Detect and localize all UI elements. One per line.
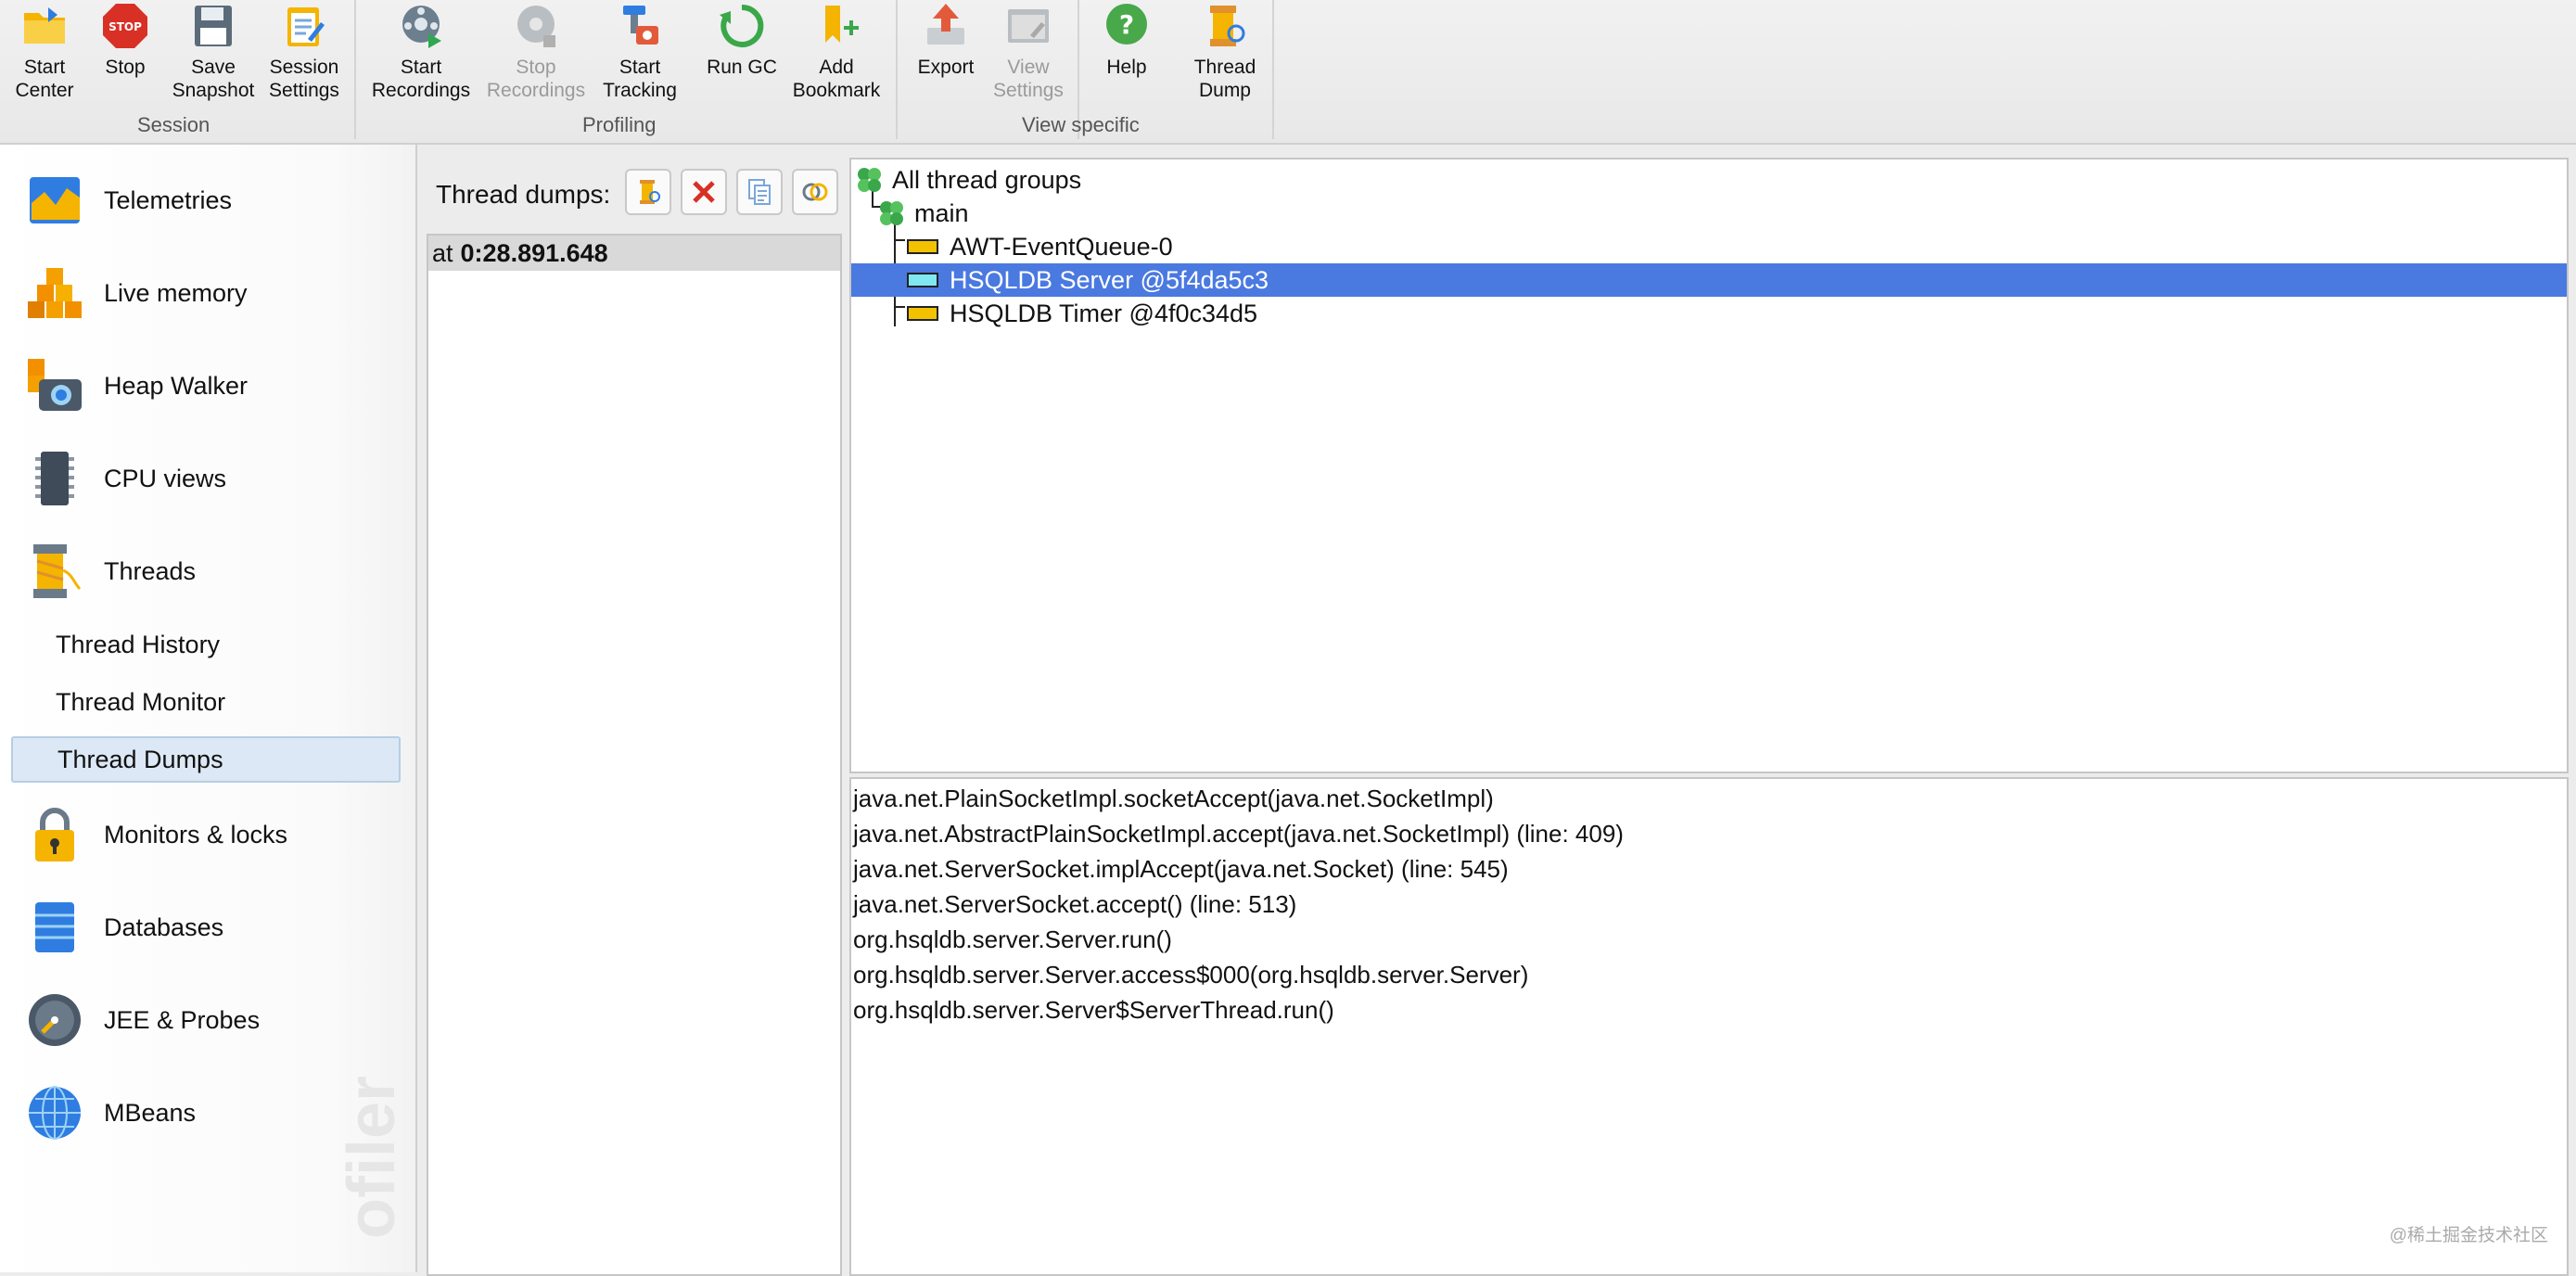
thread-group-icon [858, 168, 881, 192]
stack-frame[interactable]: java.net.ServerSocket.accept() (line: 51… [853, 890, 1296, 919]
delete-dump-button[interactable] [681, 169, 727, 215]
nav-thread-dumps[interactable]: Thread Dumps [11, 736, 401, 783]
start-recordings-button[interactable]: Start Recordings [367, 0, 475, 111]
settings-clipboard-icon [287, 7, 325, 46]
view-settings-button[interactable]: View Settings [987, 0, 1070, 111]
main-toolbar: Start Center STOP Stop Save Snapshot Ses… [0, 0, 2576, 145]
nav-thread-history[interactable]: Thread History [11, 621, 401, 668]
toolbar-separator [354, 0, 356, 139]
thread-dumps-list: at 0:28.891.648 [427, 234, 842, 1276]
thread-dump-icon [1210, 6, 1245, 46]
copy-dump-button[interactable] [736, 169, 783, 215]
export-button[interactable]: Export [909, 0, 983, 111]
start-tracking-button[interactable]: Start Tracking [593, 0, 686, 111]
stack-frame[interactable]: org.hsqldb.server.Server$ServerThread.ru… [853, 996, 1334, 1025]
telemetries-icon [30, 177, 80, 223]
thread-dump-button[interactable]: Thread Dump [1183, 0, 1267, 111]
run-gc-button[interactable]: Run GC [699, 0, 784, 111]
record-stop-icon [517, 6, 555, 47]
stack-frame[interactable]: java.net.AbstractPlainSocketImpl.accept(… [853, 820, 1624, 849]
add-bookmark-button[interactable]: Add Bookmark [788, 0, 885, 111]
thread-tree: All thread groups main AWT-EventQueue-0 … [849, 158, 2569, 773]
tree-node-thread-selected[interactable]: HSQLDB Server @5f4da5c3 [851, 263, 2567, 297]
nav-thread-monitor[interactable]: Thread Monitor [11, 679, 401, 725]
live-memory-icon [28, 268, 82, 318]
group-title-view-specific: View specific [1022, 113, 1140, 136]
nav-threads[interactable]: Threads [0, 534, 415, 608]
toolbar-separator [896, 0, 898, 139]
source-watermark: @稀土掘金技术社区 [2389, 1226, 2548, 1245]
dump-now-button[interactable] [625, 169, 671, 215]
view-selector-sidebar: Telemetries Live memory Heap Walker CPU … [0, 145, 417, 1272]
heap-walker-camera-icon [28, 359, 82, 411]
stop-recordings-button[interactable]: Stop Recordings [482, 0, 590, 111]
nav-heap-walker[interactable]: Heap Walker [0, 349, 415, 423]
tree-node-thread[interactable]: AWT-EventQueue-0 [851, 230, 2567, 263]
help-button[interactable]: ? Help [1085, 0, 1168, 111]
jprofiler-watermark: ofiler [335, 1075, 409, 1239]
nav-live-memory[interactable]: Live memory [0, 256, 415, 330]
folder-icon [24, 7, 65, 44]
globe-icon [29, 1086, 81, 1140]
help-icon: ? [1106, 4, 1147, 45]
start-center-button[interactable]: Start Center [7, 0, 82, 111]
list-item[interactable]: at 0:28.891.648 [428, 236, 840, 271]
nav-databases[interactable]: Databases [0, 890, 415, 964]
record-start-icon [402, 6, 441, 48]
thread-group-icon [880, 201, 903, 225]
group-title-profiling: Profiling [582, 113, 657, 136]
close-icon [693, 181, 715, 203]
bookmark-add-icon [825, 6, 859, 43]
nav-jee-probes[interactable]: JEE & Probes [0, 983, 415, 1057]
stack-frame[interactable]: org.hsqldb.server.Server.run() [853, 925, 1172, 954]
stack-frame[interactable]: org.hsqldb.server.Server.access$000(org.… [853, 961, 1528, 989]
stack-frame[interactable]: java.net.PlainSocketImpl.socketAccept(ja… [853, 785, 1494, 813]
nav-telemetries[interactable]: Telemetries [0, 163, 415, 237]
thread-state-icon [907, 273, 938, 287]
save-snapshot-button[interactable]: Save Snapshot [169, 0, 258, 111]
compare-icon [802, 183, 828, 201]
stop-sign-icon: STOP [103, 4, 147, 48]
tracking-icon [623, 6, 658, 45]
thread-state-icon [907, 239, 938, 254]
view-settings-icon [1008, 9, 1049, 43]
compare-dumps-button[interactable] [792, 169, 838, 215]
thread-dumps-list-panel: Thread dumps: at 0:28.891.648 [419, 145, 846, 1276]
threads-spool-icon [33, 544, 82, 598]
svg-text:STOP: STOP [108, 20, 142, 33]
stop-button[interactable]: STOP Stop [93, 0, 158, 111]
tree-node-main[interactable]: main [851, 197, 2567, 230]
cpu-chip-icon [35, 452, 74, 505]
tree-node-root[interactable]: All thread groups [851, 163, 2567, 197]
recycle-icon [720, 4, 764, 47]
gauge-icon [29, 994, 81, 1046]
thread-dump-icon [640, 180, 660, 204]
stack-trace-view: java.net.PlainSocketImpl.socketAccept(ja… [849, 777, 2569, 1276]
thread-state-icon [907, 306, 938, 321]
tree-node-thread[interactable]: HSQLDB Timer @4f0c34d5 [851, 297, 2567, 330]
nav-monitors-locks[interactable]: Monitors & locks [0, 798, 415, 872]
session-settings-button[interactable]: Session Settings [261, 0, 347, 111]
floppy-disk-icon [195, 6, 232, 46]
group-title-session: Session [137, 113, 210, 136]
thread-dumps-label: Thread dumps: [436, 180, 611, 209]
svg-text:?: ? [1119, 9, 1134, 40]
stack-frame[interactable]: java.net.ServerSocket.implAccept(java.ne… [853, 855, 1509, 884]
nav-cpu-views[interactable]: CPU views [0, 441, 415, 516]
export-icon [927, 4, 964, 45]
toolbar-separator [1272, 0, 1274, 139]
database-icon [35, 902, 74, 952]
copy-icon [748, 179, 771, 205]
padlock-icon [35, 808, 74, 861]
